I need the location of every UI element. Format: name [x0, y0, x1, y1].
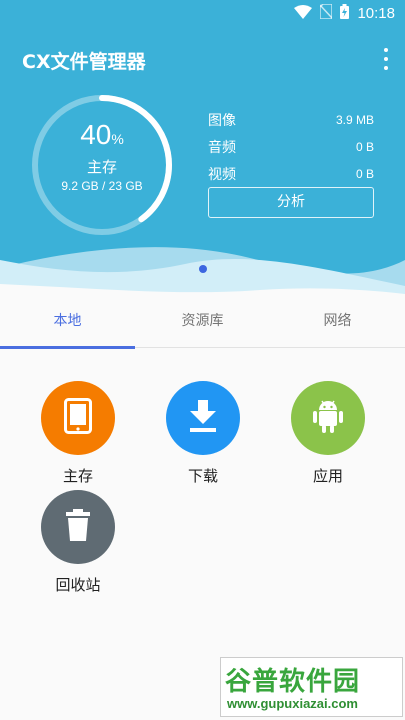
- analyze-button[interactable]: 分析: [208, 187, 374, 218]
- storage-percent: 40: [80, 119, 112, 150]
- tablet-icon: [64, 398, 92, 438]
- no-sim-icon: [319, 3, 334, 23]
- site-watermark: 谷普软件园 www.gupuxiazai.com: [220, 657, 403, 717]
- tab-library[interactable]: 资源库: [135, 298, 270, 347]
- apps-circle: [291, 381, 365, 455]
- stat-row-video: 视频 0 B: [208, 160, 374, 187]
- item-label: 回收站: [55, 576, 101, 594]
- app-title: CX文件管理器: [22, 51, 146, 73]
- stat-value: 3.9 MB: [335, 112, 374, 127]
- stat-label: 视频: [208, 166, 236, 183]
- trash-icon: [66, 509, 90, 545]
- stat-value: 0 B: [355, 166, 374, 181]
- downloads-circle: [166, 381, 240, 455]
- stat-label: 图像: [208, 112, 236, 129]
- status-time: 10:18: [357, 5, 395, 22]
- wifi-icon: [294, 4, 313, 23]
- page-indicator: [199, 265, 207, 273]
- storage-name: 主存: [86, 158, 117, 176]
- more-menu-icon[interactable]: [381, 48, 391, 70]
- main-storage-circle: [41, 381, 115, 455]
- recycle-bin-shortcut[interactable]: 回收站: [28, 490, 128, 595]
- apps-shortcut[interactable]: 应用: [278, 381, 378, 486]
- stat-label: 音频: [208, 139, 236, 156]
- header: 10:18 CX文件管理器 40% 主存 9.2 GB / 23 GB 图像 3…: [0, 0, 405, 298]
- download-icon: [189, 400, 217, 436]
- storage-size: 9.2 GB / 23 GB: [61, 179, 143, 193]
- item-label: 主存: [62, 467, 93, 485]
- stat-row-audio: 音频 0 B: [208, 133, 374, 160]
- watermark-url: www.gupuxiazai.com: [227, 696, 358, 711]
- recycle-bin-circle: [41, 490, 115, 564]
- item-label: 应用: [312, 467, 343, 485]
- tab-bar: 本地 资源库 网络: [0, 298, 405, 349]
- stat-value: 0 B: [355, 139, 374, 154]
- watermark-title: 谷普软件园: [225, 667, 361, 697]
- android-icon: [312, 399, 344, 437]
- percent-sign: %: [111, 131, 124, 147]
- main-storage-shortcut[interactable]: 主存: [28, 381, 128, 486]
- item-label: 下载: [187, 467, 218, 485]
- media-stats: 图像 3.9 MB 音频 0 B 视频 0 B: [208, 106, 374, 187]
- storage-summary: 40% 主存 9.2 GB / 23 GB: [30, 93, 174, 237]
- downloads-shortcut[interactable]: 下载: [153, 381, 253, 486]
- battery-charging-icon: [340, 4, 350, 23]
- stat-row-images: 图像 3.9 MB: [208, 106, 374, 133]
- status-bar: 10:18: [0, 0, 405, 28]
- tab-network[interactable]: 网络: [270, 298, 405, 347]
- tab-local[interactable]: 本地: [0, 298, 135, 349]
